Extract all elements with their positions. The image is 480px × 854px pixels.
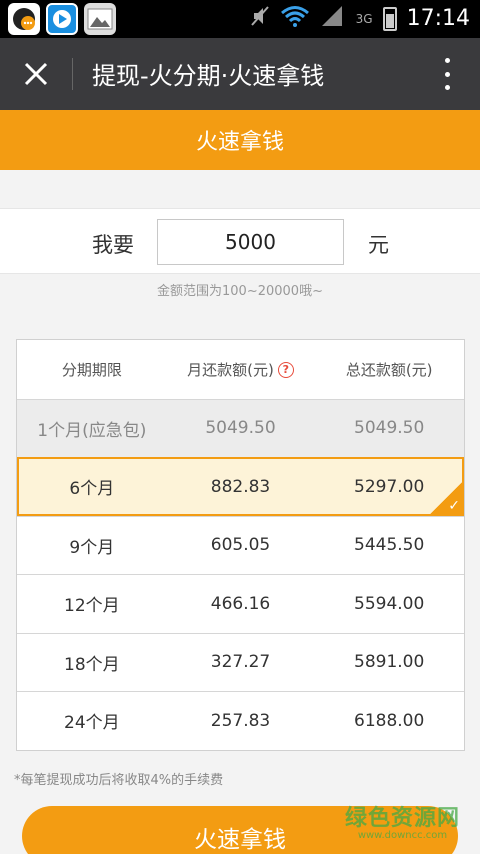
- table-row[interactable]: 24个月 257.83 6188.00: [17, 691, 464, 750]
- status-bar: 3G 17:14: [0, 0, 480, 38]
- row-term: 6个月: [69, 479, 115, 500]
- row-monthly: 466.16: [210, 593, 271, 614]
- titlebar-divider: [72, 58, 73, 90]
- amount-unit: 元: [368, 233, 389, 257]
- amount-label: 我要: [92, 233, 134, 257]
- wifi-icon: [280, 4, 310, 33]
- amount-range-hint: 金额范围为100~20000哦~: [157, 284, 323, 299]
- table-row[interactable]: 18个月 327.27 5891.00: [17, 632, 464, 692]
- row-term: 12个月: [64, 596, 120, 617]
- row-monthly: 605.05: [210, 535, 271, 556]
- signal-icon: [320, 4, 346, 33]
- close-icon[interactable]: [18, 56, 54, 92]
- help-icon[interactable]: ?: [277, 362, 294, 379]
- row-term: 18个月: [64, 654, 120, 675]
- table-row-selected[interactable]: 6个月 882.83 5297.00 ✓: [17, 457, 464, 516]
- row-monthly: 257.83: [210, 710, 271, 731]
- status-notifications: [8, 3, 116, 35]
- mute-icon: [250, 5, 270, 32]
- row-term: 24个月: [64, 713, 120, 734]
- row-monthly: 327.27: [210, 652, 271, 673]
- section-header: 火速拿钱: [0, 110, 480, 170]
- battery-icon: [382, 6, 397, 31]
- installment-table: 分期期限 月还款额(元)? 总还款额(元) 1个月(应急包) 5049.50 5…: [16, 339, 465, 751]
- network-type: 3G: [355, 11, 373, 26]
- status-indicators: 3G 17:14: [250, 4, 470, 33]
- page-title: 提现-火分期·火速拿钱: [92, 62, 325, 90]
- more-options-icon[interactable]: [442, 58, 452, 90]
- row-total: 5594.00: [354, 593, 425, 614]
- amount-row: 我要 元: [0, 208, 480, 274]
- row-total: 6188.00: [354, 710, 425, 731]
- table-row: 1个月(应急包) 5049.50 5049.50: [17, 398, 464, 457]
- row-term: 1个月(应急包): [37, 420, 147, 441]
- notification-app-icon: [8, 3, 40, 35]
- header-term: 分期期限: [61, 360, 122, 379]
- image-icon: [84, 3, 116, 35]
- row-term: 9个月: [69, 537, 115, 558]
- row-total: 5891.00: [354, 652, 425, 673]
- video-app-icon: [46, 3, 78, 35]
- app-titlebar: 提现-火分期·火速拿钱: [0, 38, 480, 110]
- check-icon: ✓: [428, 479, 464, 516]
- row-monthly: 5049.50: [205, 418, 276, 439]
- amount-input[interactable]: [157, 219, 344, 265]
- table-row[interactable]: 12个月 466.16 5594.00: [17, 574, 464, 633]
- row-monthly: 882.83: [210, 476, 271, 497]
- header-monthly: 月还款额(元)?: [167, 359, 315, 380]
- row-total: 5049.50: [354, 418, 425, 439]
- fee-note: *每笔提现成功后将收取4%的手续费: [14, 773, 224, 788]
- header-total: 总还款额(元): [345, 360, 433, 379]
- status-time: 17:14: [406, 6, 470, 31]
- row-total: 5445.50: [354, 535, 425, 556]
- table-row[interactable]: 9个月 605.05 5445.50: [17, 515, 464, 575]
- submit-button[interactable]: 火速拿钱: [22, 806, 458, 854]
- table-header-row: 分期期限 月还款额(元)? 总还款额(元): [17, 340, 464, 399]
